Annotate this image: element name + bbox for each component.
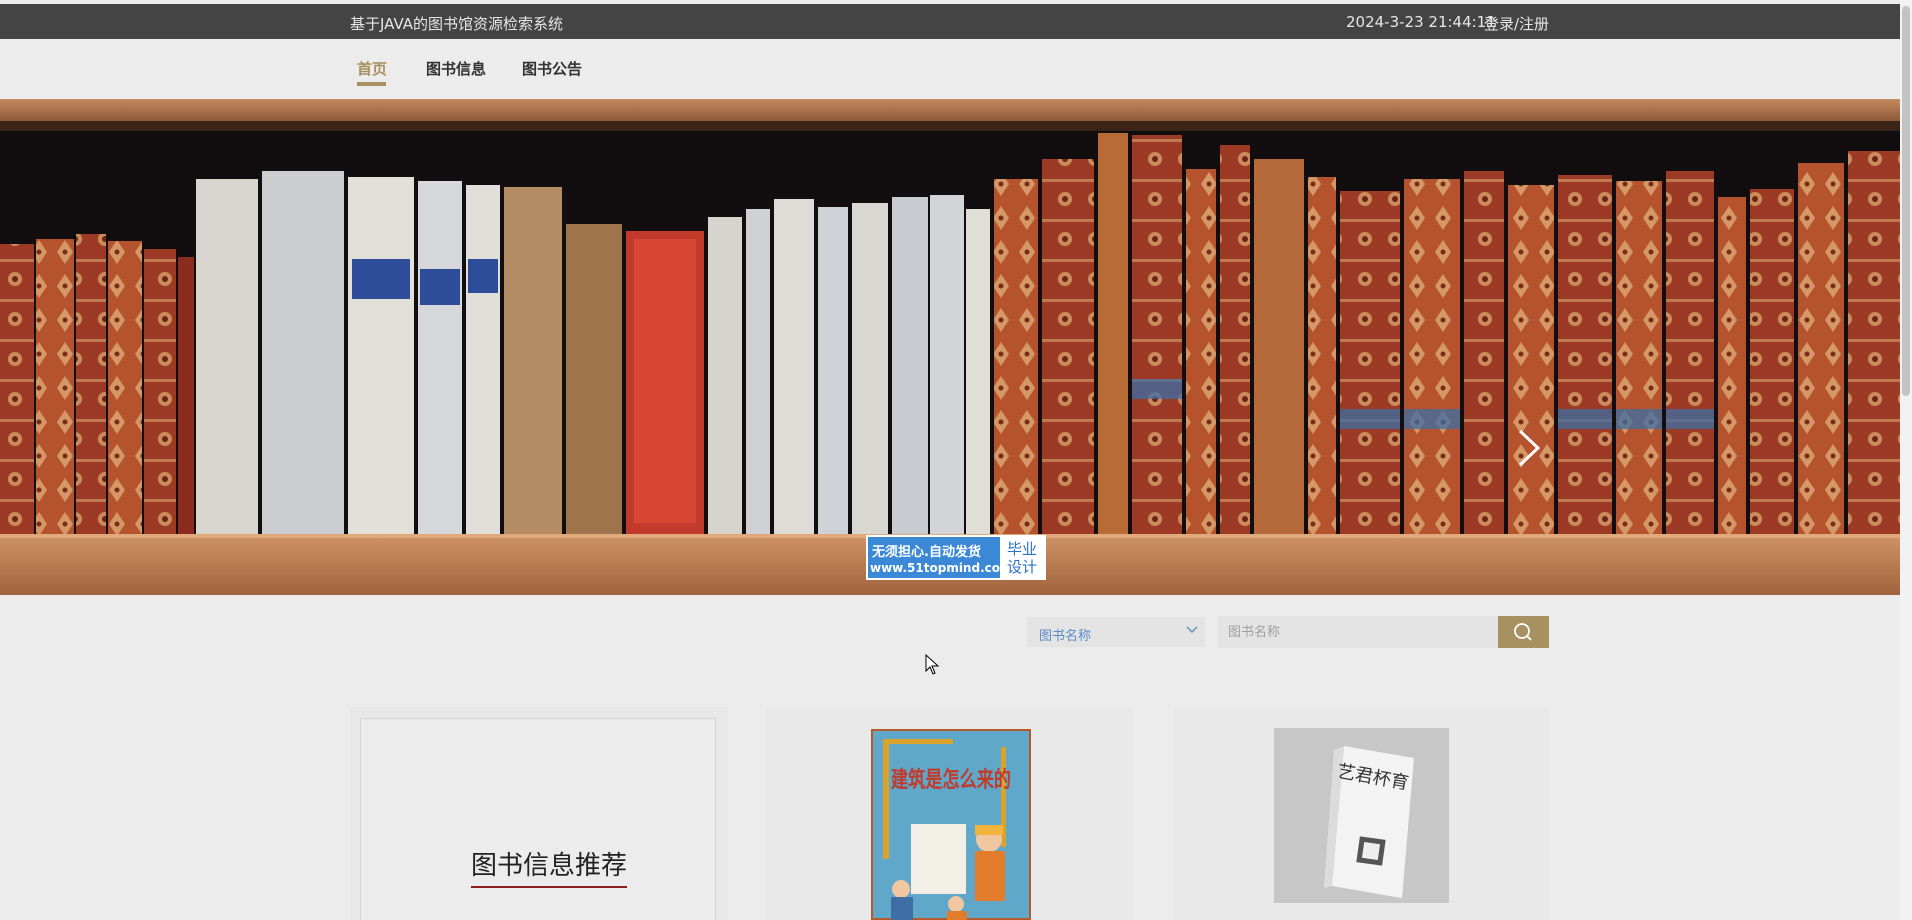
site-title: 基于JAVA的图书馆资源检索系统 [350, 15, 564, 33]
nav-item-book-notice[interactable]: 图书公告 [522, 58, 582, 79]
watermark-box-line-1: 毕业 [1006, 540, 1037, 558]
watermark-badge: 无须担心.自动发货 www.51topmind.com 毕业 设计 [866, 535, 1046, 580]
recommend-title-frame: 图书信息推荐 [360, 718, 716, 920]
mouse-cursor-icon [925, 654, 940, 675]
login-register-link[interactable]: 登录/注册 [1484, 13, 1549, 34]
page-scrollbar[interactable] [1900, 0, 1912, 920]
nav-active-indicator [357, 82, 386, 86]
search-icon [1514, 623, 1532, 641]
search-input[interactable] [1218, 616, 1498, 648]
watermark-box-line-2: 设计 [1006, 558, 1037, 576]
nav-item-home[interactable]: 首页 [357, 58, 387, 79]
top-bar: 基于JAVA的图书馆资源检索系统 2024-3-23 21:44:11 登录/注… [0, 4, 1900, 39]
main-nav: 首页 图书信息 图书公告 [0, 39, 1900, 99]
chevron-right-icon [1518, 429, 1541, 467]
book-cover-image[interactable]: 建筑是怎么来的 [871, 729, 1031, 920]
banner-carousel[interactable]: 无须担心.自动发货 www.51topmind.com 毕业 设计 [0, 99, 1900, 595]
scrollbar-thumb[interactable] [1902, 6, 1910, 396]
recommend-section-title: 图书信息推荐 [471, 845, 628, 888]
book-card[interactable]: 建筑是怎么来的 [766, 707, 1134, 920]
search-button[interactable] [1498, 616, 1549, 648]
search-field-select[interactable]: 图书名称 [1026, 616, 1206, 648]
book-cover-image[interactable]: 艺君杯育 [1274, 728, 1449, 903]
watermark-box: 毕业 设计 [1000, 537, 1044, 578]
recommend-title-card: 图书信息推荐 [350, 707, 728, 920]
watermark-text-2: www.51topmind.com [870, 561, 1013, 575]
chevron-down-icon [1186, 626, 1198, 634]
search-field-selected: 图书名称 [1039, 629, 1092, 644]
bookshelf-image [0, 99, 1900, 595]
carousel-next-button[interactable] [1510, 425, 1546, 471]
watermark-text-1: 无须担心.自动发货 [872, 545, 981, 560]
book-card[interactable]: 艺君杯育 [1174, 707, 1549, 920]
book-cover-title: 建筑是怎么来的 [891, 767, 1011, 793]
current-datetime: 2024-3-23 21:44:11 [1346, 13, 1496, 31]
nav-item-book-info[interactable]: 图书信息 [426, 58, 486, 79]
